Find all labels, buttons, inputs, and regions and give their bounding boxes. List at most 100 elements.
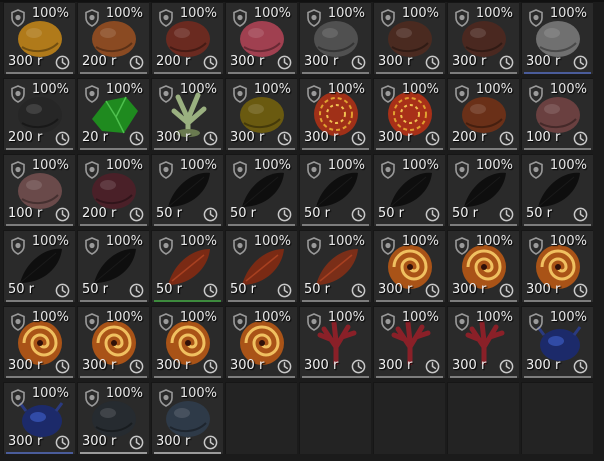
inventory-slot[interactable]: 100% 300 r [373,78,445,150]
inventory-slot[interactable]: 100% 50 r [373,154,445,226]
rarity-underline [524,72,591,74]
durability-label: 100% [549,310,587,325]
inventory-slot[interactable]: 100% 200 r [447,78,519,150]
clock-icon [499,207,514,222]
clock-icon [351,207,366,222]
price-label: 300 r [526,282,561,297]
clock-icon [499,55,514,70]
inventory-slot[interactable]: 100% 200 r [151,2,223,74]
rarity-underline [228,148,295,150]
price-label: 50 r [156,282,183,297]
clock-icon [573,131,588,146]
price-label: 50 r [304,206,331,221]
rarity-underline [376,72,443,74]
price-label: 300 r [8,54,43,69]
inventory-slot[interactable]: 100% 300 r [447,306,519,378]
inventory-slot[interactable]: 100% 50 r [77,230,149,302]
inventory-slot[interactable]: 100% 50 r [151,230,223,302]
inventory-slot[interactable]: 100% 200 r [3,78,75,150]
clock-icon [573,207,588,222]
inventory-slot[interactable]: 100% 300 r [521,306,593,378]
inventory-slot[interactable]: 100% 50 r [521,154,593,226]
inventory-slot[interactable]: 100% 300 r [373,230,445,302]
inventory-slot[interactable]: 100% 50 r [225,154,297,226]
inventory-slot[interactable]: 100% 300 r [151,382,223,454]
inventory-slot[interactable]: 100% 300 r [225,306,297,378]
inventory-slot[interactable]: 100% 300 r [299,2,371,74]
clock-icon [129,55,144,70]
inventory-slot[interactable]: 100% 300 r [373,306,445,378]
inventory-slot[interactable]: 100% 300 r [3,382,75,454]
inventory-slot[interactable]: 100% 20 r [77,78,149,150]
rarity-underline [450,72,517,74]
inventory-slot[interactable]: 100% 50 r [151,154,223,226]
shield-icon [380,237,396,255]
inventory-slot[interactable]: 100% 100 r [3,154,75,226]
inventory-slot[interactable]: 100% 300 r [447,230,519,302]
durability-label: 100% [105,158,143,173]
inventory-slot[interactable]: 100% 300 r [447,2,519,74]
empty-slot [373,382,445,454]
rarity-underline [6,300,73,302]
inventory-slot[interactable]: 100% 300 r [77,382,149,454]
clock-icon [129,131,144,146]
inventory-slot[interactable]: 100% 300 r [225,2,297,74]
shield-icon [84,85,100,103]
shield-icon [306,161,322,179]
inventory-slot[interactable]: 100% 300 r [3,306,75,378]
durability-label: 100% [253,158,291,173]
inventory-slot[interactable]: 100% 300 r [151,306,223,378]
shield-icon [306,85,322,103]
shield-icon [84,313,100,331]
durability-label: 100% [31,234,69,249]
durability-label: 100% [475,234,513,249]
clock-icon [351,283,366,298]
inventory-slot[interactable]: 100% 300 r [373,2,445,74]
inventory-slot[interactable]: 100% 300 r [299,306,371,378]
durability-label: 100% [401,158,439,173]
shield-icon [84,9,100,27]
rarity-underline [302,72,369,74]
inventory-slot[interactable]: 100% 200 r [77,2,149,74]
durability-label: 100% [549,82,587,97]
inventory-slot[interactable]: 100% 300 r [77,306,149,378]
inventory-slot[interactable]: 100% 300 r [521,230,593,302]
clock-icon [129,435,144,450]
clock-icon [203,283,218,298]
price-label: 50 r [230,206,257,221]
price-label: 100 r [8,206,43,221]
clock-icon [499,283,514,298]
price-label: 300 r [452,358,487,373]
durability-label: 100% [31,6,69,21]
durability-label: 100% [327,82,365,97]
rarity-underline [154,72,221,74]
price-label: 50 r [230,282,257,297]
inventory-slot[interactable]: 100% 200 r [77,154,149,226]
inventory-slot[interactable]: 100% 50 r [299,154,371,226]
price-label: 300 r [156,434,191,449]
durability-label: 100% [253,310,291,325]
inventory-slot[interactable]: 100% 50 r [447,154,519,226]
inventory-slot[interactable]: 100% 300 r [151,78,223,150]
durability-label: 100% [179,310,217,325]
durability-label: 100% [401,310,439,325]
inventory-slot[interactable]: 100% 50 r [3,230,75,302]
inventory-slot[interactable]: 100% 50 r [225,230,297,302]
rarity-underline [228,376,295,378]
inventory-slot[interactable]: 100% 50 r [299,230,371,302]
clock-icon [573,283,588,298]
inventory-slot[interactable]: 100% 300 r [299,78,371,150]
shield-icon [306,9,322,27]
price-label: 300 r [378,54,413,69]
clock-icon [277,359,292,374]
shield-icon [232,237,248,255]
inventory-slot[interactable]: 100% 300 r [521,2,593,74]
price-label: 300 r [378,358,413,373]
shield-icon [84,161,100,179]
rarity-underline [6,376,73,378]
inventory-slot[interactable]: 100% 300 r [3,2,75,74]
clock-icon [277,55,292,70]
inventory-slot[interactable]: 100% 300 r [225,78,297,150]
shield-icon [380,313,396,331]
inventory-slot[interactable]: 100% 100 r [521,78,593,150]
